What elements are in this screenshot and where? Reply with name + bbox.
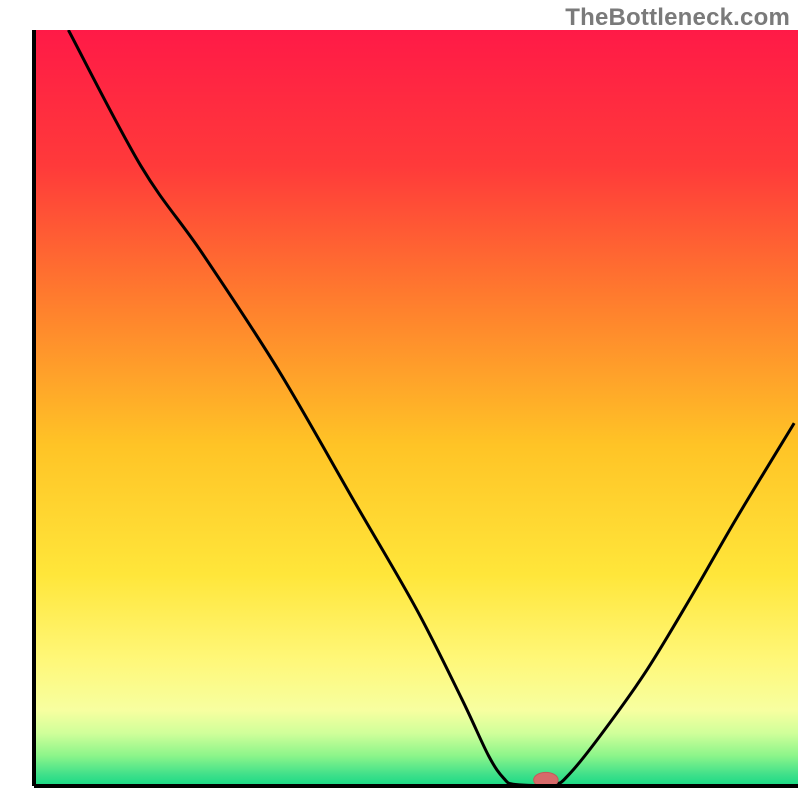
watermark-text: TheBottleneck.com <box>565 4 790 32</box>
background-gradient <box>34 30 798 786</box>
plot-area <box>34 30 798 788</box>
chart-stage: TheBottleneck.com <box>0 0 800 800</box>
bottleneck-chart <box>0 0 800 800</box>
